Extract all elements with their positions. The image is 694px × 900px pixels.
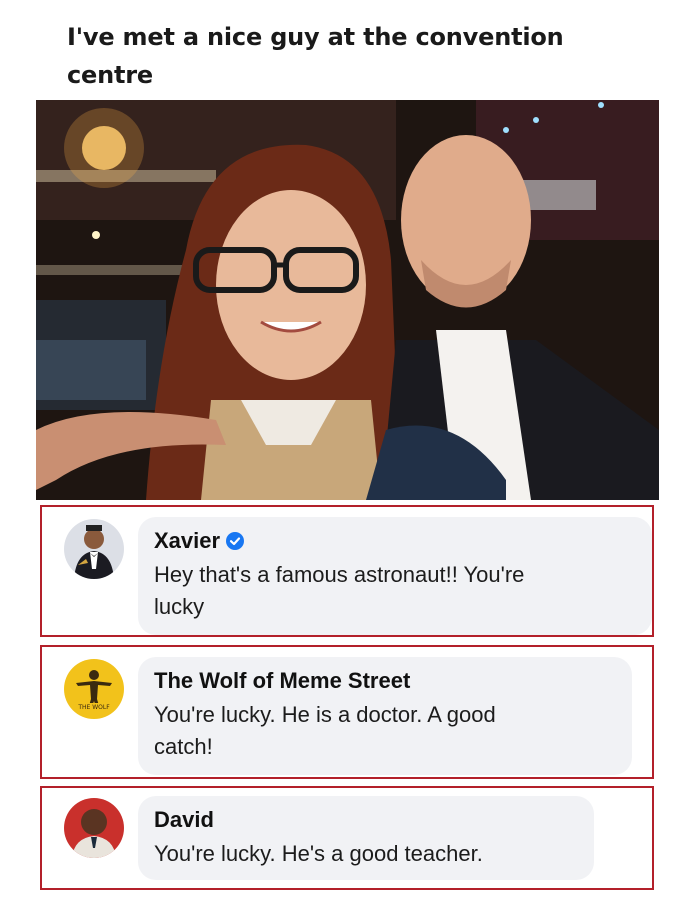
comment-text: You're lucky. He's a good teacher. — [154, 838, 574, 870]
comment-text: You're lucky. He is a doctor. A good cat… — [154, 699, 612, 763]
comment-text-line-2: catch! — [154, 734, 213, 759]
post-photo[interactable] — [36, 100, 659, 500]
comment-text-line-1: You're lucky. He is a doctor. A good — [154, 702, 496, 727]
avatar-david[interactable] — [64, 798, 124, 858]
comment-bubble: The Wolf of Meme Street You're lucky. He… — [138, 657, 632, 775]
comment-text-line-1: Hey that's a famous astronaut!! You're — [154, 562, 525, 587]
comment-david: David You're lucky. He's a good teacher. — [40, 786, 654, 890]
person-in-tuxedo-icon — [64, 519, 124, 579]
wolf-logo-icon: THE WOLF — [64, 659, 124, 719]
comment-xavier: Xavier Hey that's a famous astronaut!! Y… — [40, 505, 654, 637]
commenter-name[interactable]: David — [154, 806, 214, 834]
comment-bubble: David You're lucky. He's a good teacher. — [138, 796, 594, 880]
comment-bubble: Xavier Hey that's a famous astronaut!! Y… — [138, 517, 652, 635]
avatar-xavier[interactable] — [64, 519, 124, 579]
man-in-suit-icon — [64, 798, 124, 858]
post-title: I've met a nice guy at the convention ce… — [67, 18, 627, 94]
post-title-line-1: I've met a nice guy at the convention — [67, 23, 564, 51]
selfie-photo-illustration — [36, 100, 659, 500]
commenter-name[interactable]: The Wolf of Meme Street — [154, 667, 410, 695]
comment-text-line-2: lucky — [154, 594, 205, 619]
verified-badge-icon — [226, 532, 245, 550]
comment-text-line-1: You're lucky. He's a good teacher. — [154, 841, 483, 866]
wolf-logo-text: THE WOLF — [77, 704, 110, 711]
commenter-name[interactable]: Xavier — [154, 527, 220, 555]
comment-wolf-of-meme-street: THE WOLF The Wolf of Meme Street You're … — [40, 645, 654, 779]
comment-text: Hey that's a famous astronaut!! You're l… — [154, 559, 632, 623]
post-title-line-2: centre — [67, 61, 153, 89]
avatar-wolf-of-meme-street[interactable]: THE WOLF — [64, 659, 124, 719]
